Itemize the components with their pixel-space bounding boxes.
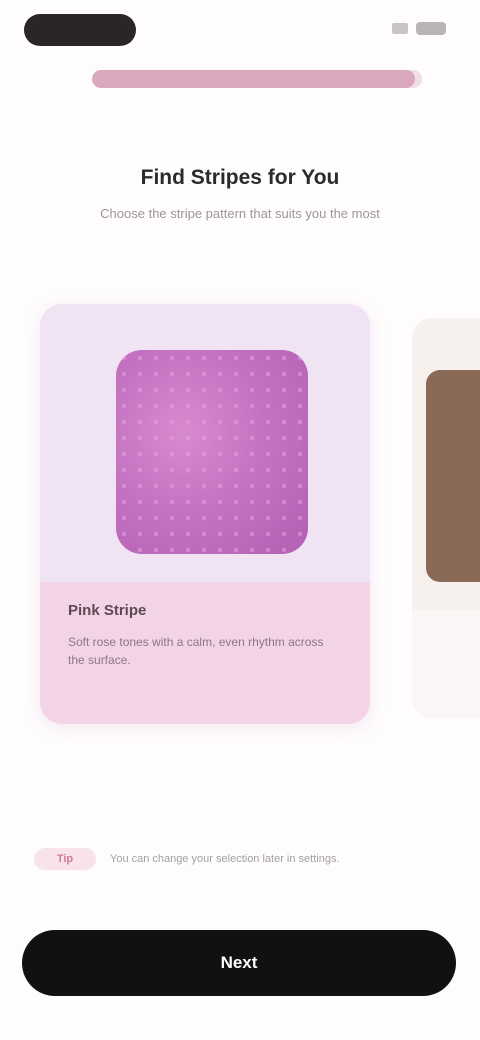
screen: Find Stripes for You Choose the stripe p… [0,0,480,1040]
pattern-texture [116,350,308,554]
next-button[interactable]: Next [22,930,456,996]
status-bar [0,0,480,60]
card-info: Pink Stripe Soft rose tones with a calm,… [40,582,370,724]
tip-text: You can change your selection later in s… [110,853,340,865]
signal-icon [392,23,408,34]
page-title: Find Stripes for You [140,166,340,189]
dynamic-island [24,14,136,46]
card-info [412,610,480,718]
pattern-preview [116,350,308,554]
card-title: Pink Stripe [68,602,147,619]
card-description: Soft rose tones with a calm, even rhythm… [68,635,324,667]
status-icons [392,22,446,35]
tip-row: Tip You can change your selection later … [34,848,446,884]
battery-icon [416,22,446,35]
progress-fill [92,70,416,88]
progress-bar [92,70,422,88]
card-preview-area [40,304,370,582]
next-pattern-card[interactable] [412,318,480,718]
pattern-preview [426,370,480,582]
page-subtitle: Choose the stripe pattern that suits you… [100,206,380,221]
tip-badge: Tip [34,848,96,870]
pattern-card[interactable]: Pink Stripe Soft rose tones with a calm,… [40,304,370,724]
pattern-carousel[interactable]: Pink Stripe Soft rose tones with a calm,… [0,304,480,734]
